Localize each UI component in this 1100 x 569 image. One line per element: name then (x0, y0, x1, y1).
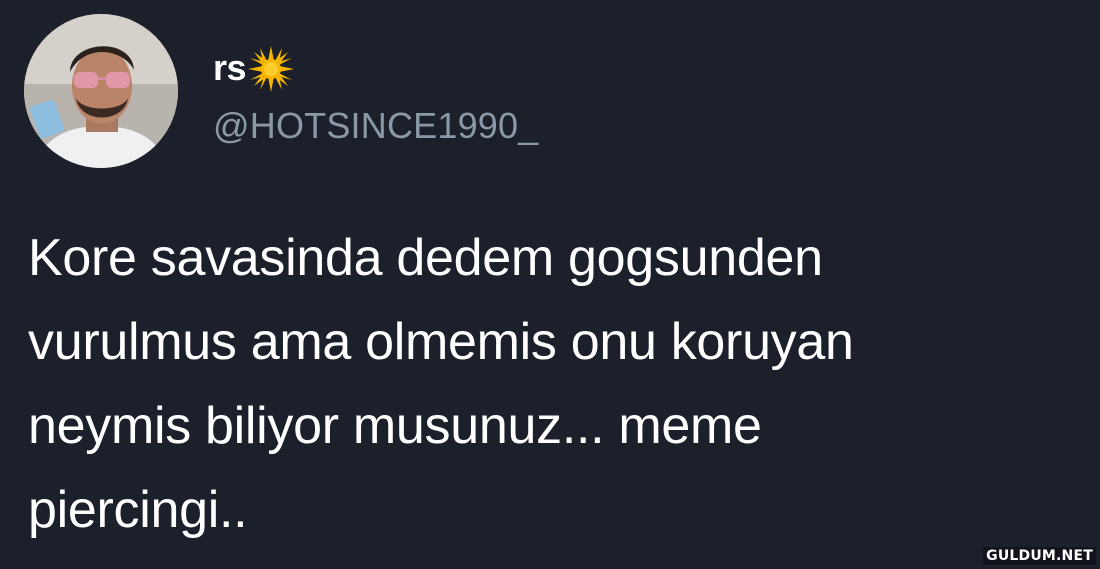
avatar-photo (24, 14, 178, 168)
tweet-text: Kore savasinda dedem gogsunden vurulmus … (28, 229, 854, 539)
watermark: GULDUM.NET (983, 547, 1096, 565)
sun-icon (248, 46, 295, 92)
user-handle[interactable]: @HOTSINCE1990_ (213, 101, 538, 151)
display-name[interactable]: rs (213, 42, 247, 94)
tweet-card: rs @HOTSINCE1990_ Kore savasinda dedem g… (0, 0, 1100, 569)
display-name-row[interactable]: rs (213, 42, 295, 94)
avatar[interactable] (24, 14, 178, 168)
